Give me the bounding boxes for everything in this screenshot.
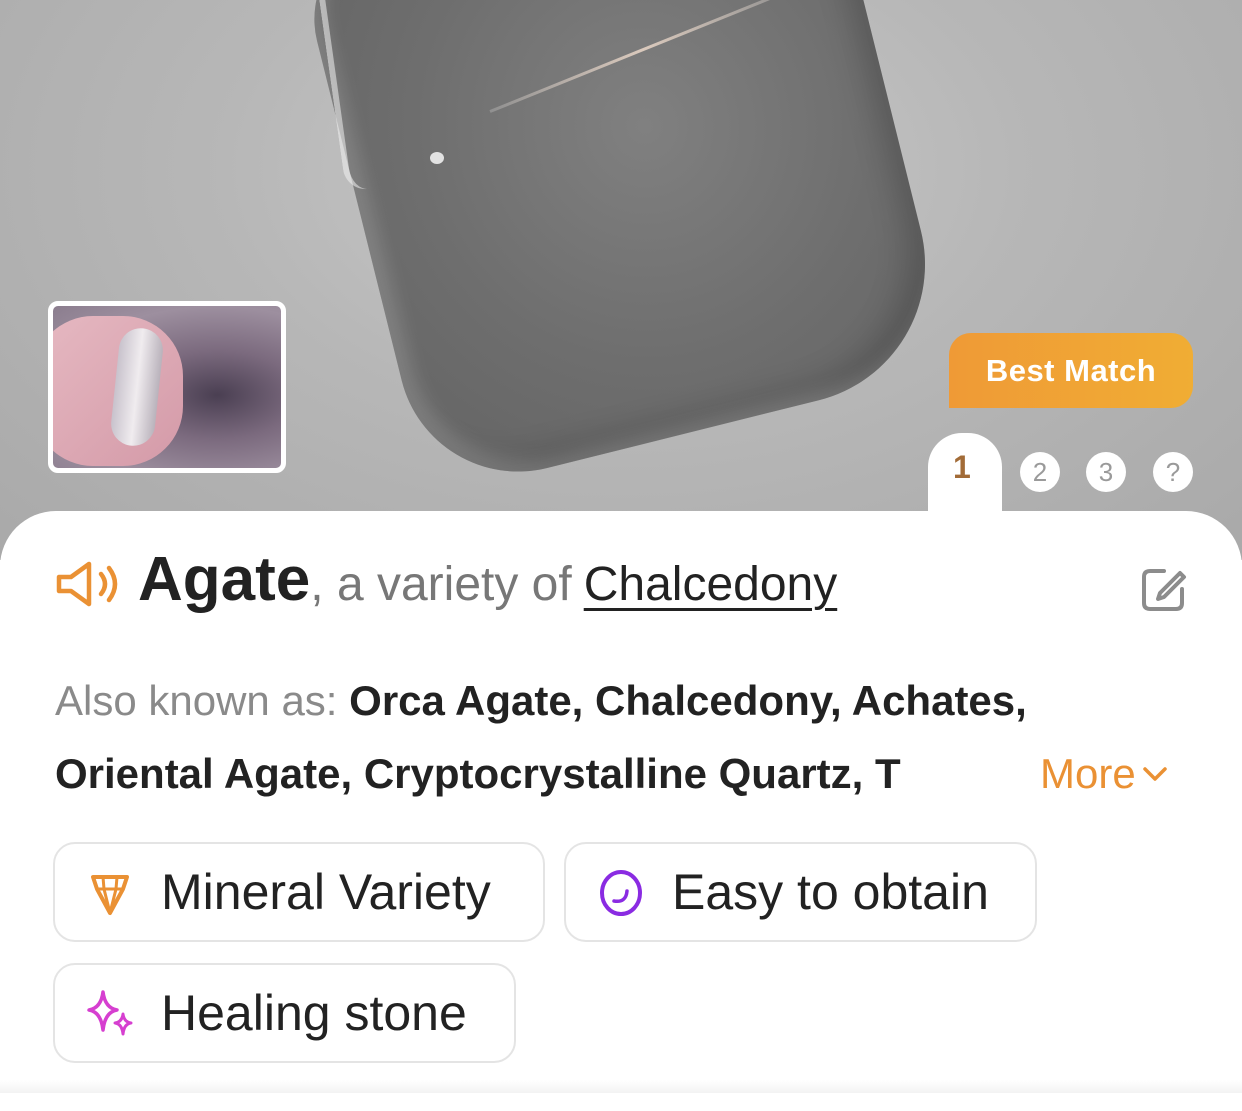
stone-glint: [430, 152, 444, 164]
crystal-icon: [91, 875, 129, 915]
bottom-shade: [0, 1080, 1242, 1093]
tag-label: Healing stone: [161, 985, 467, 1041]
more-button[interactable]: More: [1040, 737, 1168, 810]
speaker-icon[interactable]: [55, 560, 121, 608]
more-label: More: [1040, 749, 1136, 797]
aliases-fade: [1000, 737, 1042, 810]
stone-icon: [600, 870, 642, 916]
best-match-badge: Best Match: [949, 333, 1193, 408]
result-tab-3[interactable]: 3: [1086, 452, 1126, 492]
result-tab-1-label: 1: [953, 449, 971, 485]
chevron-down-icon: [1142, 766, 1167, 781]
specimen-stone: [295, 0, 955, 498]
result-tab-unknown[interactable]: ?: [1153, 452, 1193, 492]
edit-icon[interactable]: [1140, 565, 1188, 613]
title-row: Agate , a variety of Chalcedony: [138, 544, 837, 615]
tag-healing-stone[interactable]: Healing stone: [53, 963, 516, 1063]
also-known-as-label: Also known as:: [55, 677, 350, 724]
stone-name: Agate: [138, 545, 311, 614]
tag-label: Easy to obtain: [672, 864, 989, 920]
tag-label: Mineral Variety: [161, 864, 491, 920]
user-photo-thumbnail[interactable]: [48, 301, 286, 473]
tag-mineral-variety[interactable]: Mineral Variety: [53, 842, 545, 942]
variety-link[interactable]: Chalcedony: [584, 557, 838, 612]
tag-easy-to-obtain[interactable]: Easy to obtain: [564, 842, 1037, 942]
variety-prefix: , a variety of: [310, 558, 572, 611]
result-tab-2[interactable]: 2: [1020, 452, 1060, 492]
sparkle-icon: [87, 990, 133, 1036]
best-match-label: Best Match: [985, 352, 1157, 388]
